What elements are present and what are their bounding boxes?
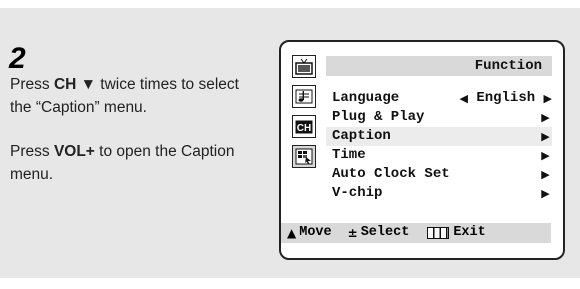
instruction-2-prefix: Press [10,143,54,160]
menu-item-value: ▶ [474,184,550,203]
plus-minus-icon: ± [347,226,358,240]
menu-item-label: Auto Clock Set [332,166,450,182]
osd-footer: ▲ Move ± Select Exit [281,223,551,243]
arrow-right-icon: ▶ [541,130,550,143]
footer-exit-label: Exit [453,225,486,240]
footer-select: ± Select [348,223,410,243]
menu-item-label: Language [332,90,400,106]
step-number: 2 [9,42,26,75]
menu-item-label: Plug & Play [332,109,425,125]
menu-item-label: Time [332,147,366,163]
tv-picture-glyph [295,58,313,75]
footer-select-label: Select [360,225,410,240]
menu-item-label: Caption [332,128,391,144]
exit-icon [427,227,450,239]
menu-item-v-chip[interactable]: V-chip ▶ [326,184,552,203]
menu-title: Function [326,56,552,76]
instruction-1-key: CH ▼ [53,76,96,93]
music-note-icon[interactable] [292,85,316,108]
arrow-right-icon: ▶ [541,168,550,181]
tv-picture-icon[interactable] [292,55,316,78]
function-menu: Function Language ◀ English ▶ Plug & Pla… [326,56,552,203]
instruction-1: Press CH ▼ twice times to select the “Ca… [10,73,255,119]
arrow-right-icon[interactable]: ▶ [544,89,552,108]
function-grid-icon[interactable] [292,145,316,168]
function-grid-glyph [295,148,313,165]
menu-item-value: ▶ [474,127,550,146]
menu-item-value: ▶ [474,108,550,127]
menu-item-value: ◀ English ▶ [459,89,552,108]
arrow-right-icon: ▶ [541,187,550,200]
menu-item-time[interactable]: Time ▶ [326,146,552,165]
arrow-right-icon: ▶ [541,149,550,162]
menu-item-value: ▶ [474,146,550,165]
footer-exit: Exit [427,223,486,243]
language-value: English [476,90,536,106]
footer-move: ▲ Move [287,223,332,243]
menu-item-value: ▶ [474,165,550,184]
menu-item-caption[interactable]: Caption ▶ [326,127,552,146]
menu-item-plug-and-play[interactable]: Plug & Play ▶ [326,108,552,127]
up-down-icon: ▲ [287,226,297,240]
arrow-right-icon: ▶ [541,111,550,124]
menu-item-language[interactable]: Language ◀ English ▶ [326,89,552,108]
instruction-2-key: VOL+ [53,143,95,160]
ch-glyph: CH [295,120,313,134]
menu-items: Language ◀ English ▶ Plug & Play ▶ Capti… [326,89,552,203]
menu-item-auto-clock-set[interactable]: Auto Clock Set ▶ [326,165,552,184]
menu-item-label: V-chip [332,185,383,201]
music-note-glyph [295,89,313,104]
ch-icon[interactable]: CH [292,115,316,138]
ch-icon-text: CH [297,123,311,134]
arrow-left-icon[interactable]: ◀ [459,89,467,108]
instruction-2: Press VOL+ to open the Caption menu. [10,140,255,186]
osd-icon-column: CH [292,55,318,175]
instruction-1-prefix: Press [10,76,54,93]
footer-move-label: Move [299,225,332,240]
